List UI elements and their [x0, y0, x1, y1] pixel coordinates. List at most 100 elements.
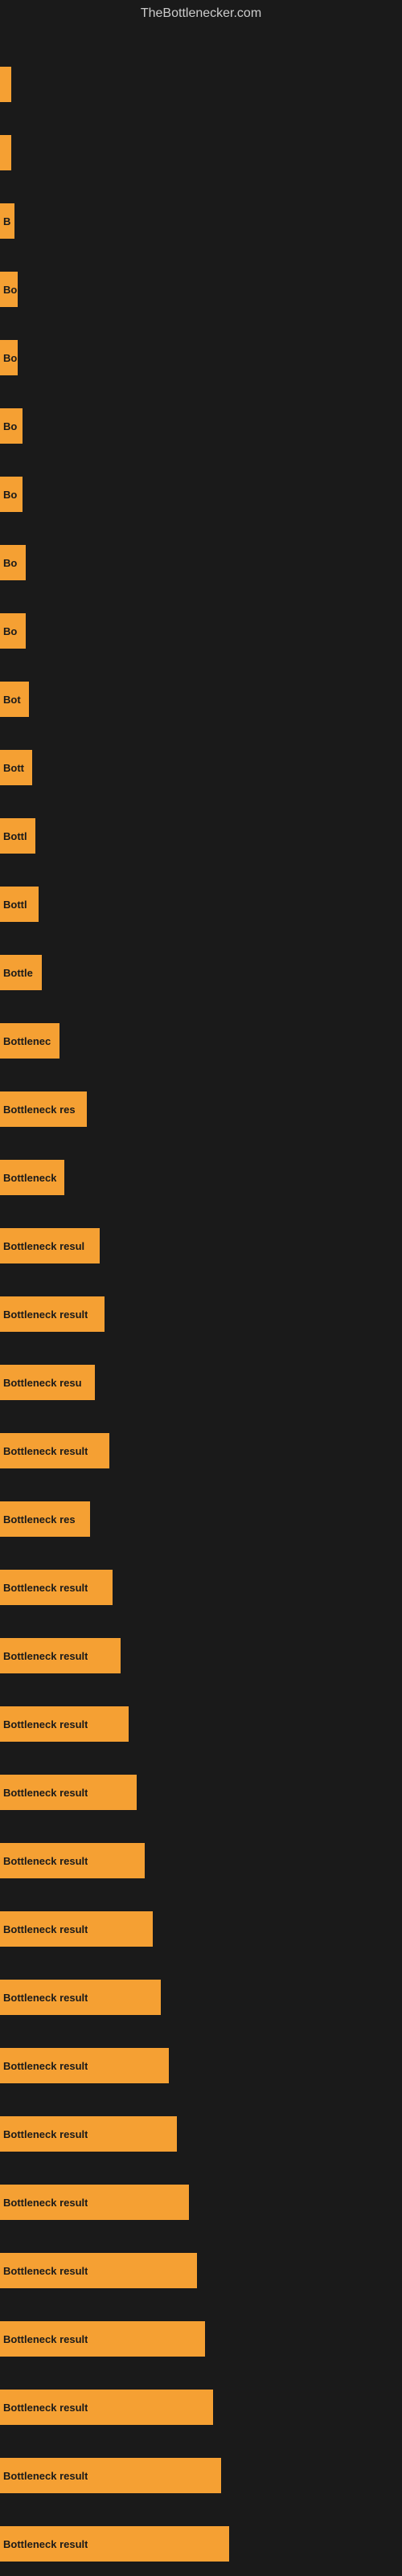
bar-row-21: Bottleneck res — [0, 1487, 402, 1551]
bar-row-4: Bo — [0, 326, 402, 390]
bar-8: Bo — [0, 613, 26, 649]
bar-row-3: Bo — [0, 257, 402, 321]
bar-row-8: Bo — [0, 599, 402, 663]
bar-row-19: Bottleneck resu — [0, 1350, 402, 1415]
bar-label-29: Bottleneck result — [3, 2060, 88, 2072]
bar-row-26: Bottleneck result — [0, 1829, 402, 1893]
bar-row-25: Bottleneck result — [0, 1760, 402, 1824]
bar-row-29: Bottleneck result — [0, 2033, 402, 2098]
bar-label-2: B — [3, 215, 10, 227]
bar-label-19: Bottleneck resu — [3, 1377, 82, 1389]
bar-25: Bottleneck result — [0, 1775, 137, 1810]
bar-9: Bot — [0, 682, 29, 717]
bar-label-4: Bo — [3, 352, 17, 364]
bar-16: Bottleneck — [0, 1160, 64, 1195]
bar-row-6: Bo — [0, 462, 402, 526]
bar-label-25: Bottleneck result — [3, 1787, 88, 1799]
bar-2: B — [0, 203, 14, 239]
bar-34: Bottleneck result — [0, 2390, 213, 2425]
bar-row-23: Bottleneck result — [0, 1624, 402, 1688]
bar-row-10: Bott — [0, 735, 402, 800]
bar-label-16: Bottleneck — [3, 1172, 56, 1184]
bar-row-5: Bo — [0, 394, 402, 458]
bar-label-7: Bo — [3, 557, 17, 569]
bar-label-8: Bo — [3, 625, 17, 637]
bar-row-13: Bottle — [0, 940, 402, 1005]
bar-row-33: Bottleneck result — [0, 2307, 402, 2371]
bar-row-28: Bottleneck result — [0, 1965, 402, 2029]
bar-19: Bottleneck resu — [0, 1365, 95, 1400]
bar-label-6: Bo — [3, 489, 17, 501]
bar-label-28: Bottleneck result — [3, 1992, 88, 2004]
bar-label-11: Bottl — [3, 830, 27, 842]
bar-row-36: Bottleneck result — [0, 2512, 402, 2576]
bar-label-35: Bottleneck result — [3, 2470, 88, 2482]
bar-17: Bottleneck resul — [0, 1228, 100, 1263]
bar-label-33: Bottleneck result — [3, 2333, 88, 2345]
bar-1 — [0, 135, 11, 170]
bar-row-9: Bot — [0, 667, 402, 731]
bar-label-22: Bottleneck result — [3, 1582, 88, 1594]
bar-13: Bottle — [0, 955, 42, 990]
bar-row-2: B — [0, 189, 402, 253]
bar-row-12: Bottl — [0, 872, 402, 936]
bar-29: Bottleneck result — [0, 2048, 169, 2083]
bar-row-0 — [0, 52, 402, 117]
bar-21: Bottleneck res — [0, 1501, 90, 1537]
bar-row-31: Bottleneck result — [0, 2170, 402, 2234]
bar-label-14: Bottlenec — [3, 1035, 51, 1047]
bar-10: Bott — [0, 750, 32, 785]
bar-label-10: Bott — [3, 762, 24, 774]
bar-row-27: Bottleneck result — [0, 1897, 402, 1961]
bar-row-24: Bottleneck result — [0, 1692, 402, 1756]
bar-31: Bottleneck result — [0, 2185, 189, 2220]
bar-label-31: Bottleneck result — [3, 2197, 88, 2209]
site-title: TheBottlenecker.com — [141, 6, 261, 21]
bar-row-22: Bottleneck result — [0, 1555, 402, 1620]
bar-row-34: Bottleneck result — [0, 2375, 402, 2439]
bar-row-30: Bottleneck result — [0, 2102, 402, 2166]
bar-27: Bottleneck result — [0, 1911, 153, 1947]
bar-23: Bottleneck result — [0, 1638, 121, 1673]
bar-label-5: Bo — [3, 420, 17, 432]
bar-18: Bottleneck result — [0, 1296, 105, 1332]
bar-0 — [0, 67, 11, 102]
bar-36: Bottleneck result — [0, 2526, 229, 2562]
bar-row-14: Bottlenec — [0, 1009, 402, 1073]
bar-33: Bottleneck result — [0, 2321, 205, 2357]
bar-15: Bottleneck res — [0, 1091, 87, 1127]
bar-label-13: Bottle — [3, 967, 33, 979]
bar-label-36: Bottleneck result — [3, 2538, 88, 2550]
bar-28: Bottleneck result — [0, 1980, 161, 2015]
bar-32: Bottleneck result — [0, 2253, 197, 2288]
bar-4: Bo — [0, 340, 18, 375]
bar-label-3: Bo — [3, 284, 17, 296]
bar-20: Bottleneck result — [0, 1433, 109, 1468]
bar-6: Bo — [0, 477, 23, 512]
bar-label-21: Bottleneck res — [3, 1513, 76, 1526]
bar-label-9: Bot — [3, 694, 21, 706]
bar-label-20: Bottleneck result — [3, 1445, 88, 1457]
bar-row-20: Bottleneck result — [0, 1419, 402, 1483]
bar-label-32: Bottleneck result — [3, 2265, 88, 2277]
bar-row-11: Bottl — [0, 804, 402, 868]
bar-label-12: Bottl — [3, 899, 27, 911]
bar-3: Bo — [0, 272, 18, 307]
bar-35: Bottleneck result — [0, 2458, 221, 2493]
bar-label-30: Bottleneck result — [3, 2128, 88, 2140]
bar-row-18: Bottleneck result — [0, 1282, 402, 1346]
bar-row-17: Bottleneck resul — [0, 1214, 402, 1278]
bar-row-15: Bottleneck res — [0, 1077, 402, 1141]
bar-5: Bo — [0, 408, 23, 444]
bar-row-7: Bo — [0, 530, 402, 595]
bar-row-35: Bottleneck result — [0, 2443, 402, 2508]
bar-label-23: Bottleneck result — [3, 1650, 88, 1662]
bar-label-24: Bottleneck result — [3, 1718, 88, 1730]
bar-12: Bottl — [0, 887, 39, 922]
bar-row-32: Bottleneck result — [0, 2238, 402, 2303]
bar-11: Bottl — [0, 818, 35, 854]
bar-24: Bottleneck result — [0, 1706, 129, 1742]
bar-label-17: Bottleneck resul — [3, 1240, 84, 1252]
bar-label-34: Bottleneck result — [3, 2402, 88, 2414]
bar-row-16: Bottleneck — [0, 1145, 402, 1210]
